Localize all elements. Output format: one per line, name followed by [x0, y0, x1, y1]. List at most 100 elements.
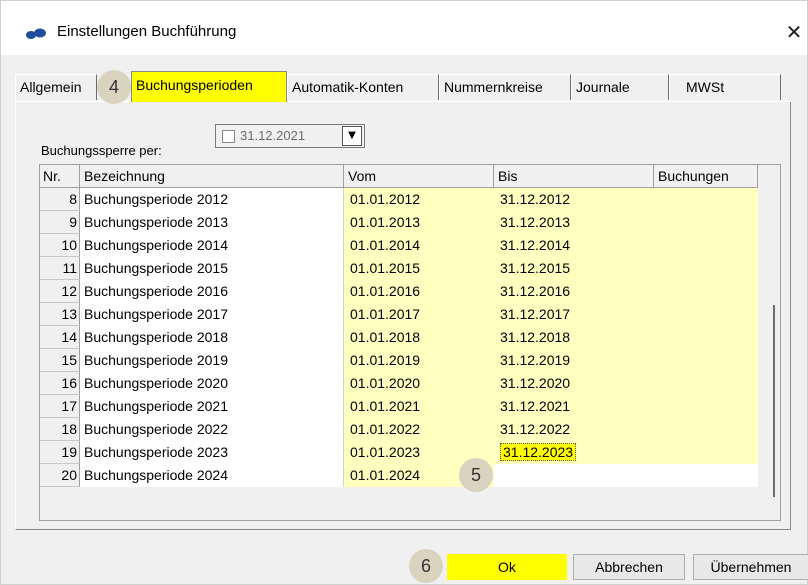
- table-row[interactable]: 10 Buchungsperiode 2014 01.01.2014 31.12.20…: [40, 234, 758, 257]
- header-nr[interactable]: Nr.: [40, 165, 80, 188]
- table-row[interactable]: 17 Buchungsperiode 2021 01.01.2021 31.12.20…: [40, 395, 758, 418]
- row-number[interactable]: 16: [40, 372, 80, 395]
- table-row[interactable]: 14 Buchungsperiode 2018 01.01.2018 31.12.20…: [40, 326, 758, 349]
- table-row[interactable]: 12 Buchungsperiode 2016 01.01.2016 31.12.20…: [40, 280, 758, 303]
- cell-vom[interactable]: 01.01.2022: [344, 418, 494, 441]
- table-row[interactable]: 9 Buchungsperiode 2013 01.01.2013 31.12.201…: [40, 211, 758, 234]
- row-number[interactable]: 14: [40, 326, 80, 349]
- cell-vom[interactable]: 01.01.2017: [344, 303, 494, 326]
- chevron-down-icon[interactable]: ▼: [342, 126, 362, 146]
- cell-vom[interactable]: 01.01.2019: [344, 349, 494, 372]
- cell-bis[interactable]: [494, 464, 654, 487]
- cancel-button[interactable]: Abbrechen: [573, 554, 685, 580]
- sperre-date-picker[interactable]: 31.12.2021 ▼: [215, 124, 365, 148]
- table-row[interactable]: 8 Buchungsperiode 2012 01.01.2012 31.12.201…: [40, 188, 758, 211]
- cell-vom[interactable]: 01.01.2014: [344, 234, 494, 257]
- cell-bezeichnung[interactable]: Buchungsperiode 2021: [80, 395, 344, 418]
- row-number[interactable]: 15: [40, 349, 80, 372]
- table-row[interactable]: 20 Buchungsperiode 2024 01.01.2024: [40, 464, 758, 487]
- cell-buchungen[interactable]: [654, 280, 758, 303]
- selected-cell-value[interactable]: 31.12.2023: [500, 443, 577, 461]
- cell-bis[interactable]: 31.12.2018: [494, 326, 654, 349]
- cell-bis[interactable]: 31.12.2021: [494, 395, 654, 418]
- row-number[interactable]: 12: [40, 280, 80, 303]
- cell-buchungen[interactable]: [654, 188, 758, 211]
- row-number[interactable]: 18: [40, 418, 80, 441]
- cell-bis[interactable]: 31.12.2023: [494, 441, 654, 464]
- tab-mwst[interactable]: MWSt: [669, 74, 781, 100]
- cell-bis[interactable]: 31.12.2017: [494, 303, 654, 326]
- cell-bis[interactable]: 31.12.2015: [494, 257, 654, 280]
- header-vom[interactable]: Vom: [344, 165, 494, 188]
- cell-vom[interactable]: 01.01.2018: [344, 326, 494, 349]
- row-number[interactable]: 19: [40, 441, 80, 464]
- cell-buchungen[interactable]: [654, 234, 758, 257]
- sperre-checkbox[interactable]: [222, 130, 235, 143]
- row-number[interactable]: 9: [40, 211, 80, 234]
- cell-buchungen[interactable]: [654, 372, 758, 395]
- cell-bezeichnung[interactable]: Buchungsperiode 2020: [80, 372, 344, 395]
- cell-bezeichnung[interactable]: Buchungsperiode 2019: [80, 349, 344, 372]
- apply-button[interactable]: Übernehmen: [693, 554, 808, 580]
- step-badge-4: 4: [97, 70, 131, 104]
- title-bar[interactable]: Einstellungen Buchführung ✕: [1, 1, 807, 55]
- cell-buchungen[interactable]: [654, 395, 758, 418]
- table-row[interactable]: 16 Buchungsperiode 2020 01.01.2020 31.12.20…: [40, 372, 758, 395]
- header-bezeichnung[interactable]: Bezeichnung: [80, 165, 344, 188]
- tab-allgemein[interactable]: Allgemein: [15, 74, 97, 100]
- cell-buchungen[interactable]: [654, 303, 758, 326]
- cell-bezeichnung[interactable]: Buchungsperiode 2014: [80, 234, 344, 257]
- cell-bis[interactable]: 31.12.2013: [494, 211, 654, 234]
- cell-bezeichnung[interactable]: Buchungsperiode 2018: [80, 326, 344, 349]
- table-row[interactable]: 11 Buchungsperiode 2015 01.01.2015 31.12.20…: [40, 257, 758, 280]
- row-number[interactable]: 11: [40, 257, 80, 280]
- row-number[interactable]: 8: [40, 188, 80, 211]
- cell-buchungen[interactable]: [654, 441, 758, 464]
- close-icon[interactable]: ✕: [781, 17, 807, 47]
- tab-buchungsperioden[interactable]: Buchungsperioden: [131, 71, 287, 102]
- cell-bis[interactable]: 31.12.2020: [494, 372, 654, 395]
- cell-buchungen[interactable]: [654, 326, 758, 349]
- row-number[interactable]: 17: [40, 395, 80, 418]
- cell-bezeichnung[interactable]: Buchungsperiode 2016: [80, 280, 344, 303]
- cell-vom[interactable]: 01.01.2013: [344, 211, 494, 234]
- header-bis[interactable]: Bis: [494, 165, 654, 188]
- vertical-scrollbar[interactable]: [768, 305, 780, 505]
- cell-buchungen[interactable]: [654, 349, 758, 372]
- cell-bis[interactable]: 31.12.2022: [494, 418, 654, 441]
- cell-bis[interactable]: 31.12.2019: [494, 349, 654, 372]
- cell-buchungen[interactable]: [654, 211, 758, 234]
- cell-bis[interactable]: 31.12.2012: [494, 188, 654, 211]
- cell-bezeichnung[interactable]: Buchungsperiode 2022: [80, 418, 344, 441]
- cell-bezeichnung[interactable]: Buchungsperiode 2015: [80, 257, 344, 280]
- cell-bezeichnung[interactable]: Buchungsperiode 2024: [80, 464, 344, 487]
- tab-nummernkreise[interactable]: Nummernkreise: [439, 74, 571, 100]
- cell-vom[interactable]: 01.01.2012: [344, 188, 494, 211]
- cell-buchungen[interactable]: [654, 464, 758, 487]
- cell-buchungen[interactable]: [654, 257, 758, 280]
- cell-vom[interactable]: 01.01.2016: [344, 280, 494, 303]
- tab-journale[interactable]: Journale: [571, 74, 669, 100]
- cell-buchungen[interactable]: [654, 418, 758, 441]
- table-row[interactable]: 19 Buchungsperiode 2023 01.01.2023 31.12.20…: [40, 441, 758, 464]
- cell-bis[interactable]: 31.12.2016: [494, 280, 654, 303]
- table-row[interactable]: 13 Buchungsperiode 2017 01.01.2017 31.12.20…: [40, 303, 758, 326]
- ok-button[interactable]: Ok: [447, 554, 567, 580]
- table-row[interactable]: 18 Buchungsperiode 2022 01.01.2022 31.12.20…: [40, 418, 758, 441]
- tab-automatik-konten[interactable]: Automatik-Konten: [287, 74, 439, 100]
- row-number[interactable]: 13: [40, 303, 80, 326]
- app-icon: [26, 28, 46, 39]
- row-number[interactable]: 20: [40, 464, 80, 487]
- table-row[interactable]: 15 Buchungsperiode 2019 01.01.2019 31.12.20…: [40, 349, 758, 372]
- cell-bezeichnung[interactable]: Buchungsperiode 2013: [80, 211, 344, 234]
- cell-bezeichnung[interactable]: Buchungsperiode 2017: [80, 303, 344, 326]
- cell-bezeichnung[interactable]: Buchungsperiode 2012: [80, 188, 344, 211]
- row-number[interactable]: 10: [40, 234, 80, 257]
- cell-vom[interactable]: 01.01.2020: [344, 372, 494, 395]
- cell-bezeichnung[interactable]: Buchungsperiode 2023: [80, 441, 344, 464]
- scrollbar-thumb[interactable]: [773, 305, 775, 497]
- cell-vom[interactable]: 01.01.2015: [344, 257, 494, 280]
- cell-bis[interactable]: 31.12.2014: [494, 234, 654, 257]
- header-buchungen[interactable]: Buchungen: [654, 165, 758, 188]
- cell-vom[interactable]: 01.01.2021: [344, 395, 494, 418]
